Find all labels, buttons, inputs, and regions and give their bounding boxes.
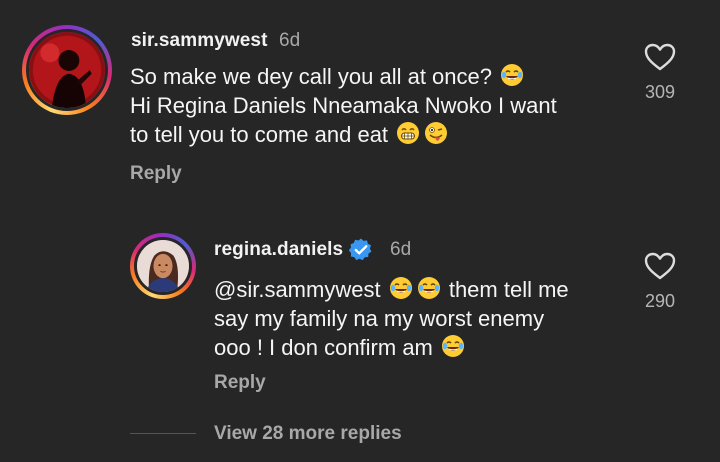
comment-text: So make we dey call you all at once? Hi … bbox=[130, 62, 557, 149]
comment-username[interactable]: sir.sammywest bbox=[131, 30, 268, 52]
reply-username[interactable]: regina.daniels bbox=[214, 239, 343, 261]
comment-line: them tell me bbox=[448, 277, 569, 302]
laughing-tears-emoji bbox=[499, 62, 525, 88]
avatar-sir-sammywest[interactable] bbox=[22, 25, 112, 115]
comment-line: Hi Regina Daniels Nneamaka Nwoko I want bbox=[130, 93, 557, 118]
like-count: 309 bbox=[644, 82, 676, 102]
reply-button[interactable]: Reply bbox=[214, 372, 266, 394]
comment-line: So make we dey call you all at once? bbox=[130, 64, 492, 89]
comment-thread: sir.sammywest 6d So make we dey call you… bbox=[0, 0, 720, 462]
comment-timestamp: 6d bbox=[279, 30, 301, 51]
profile-photo bbox=[29, 32, 105, 108]
comment-line: ooo ! I don confirm am bbox=[214, 335, 433, 360]
grinning-teeth-emoji bbox=[395, 120, 421, 146]
laughing-tears-emoji bbox=[416, 275, 442, 301]
heart-icon[interactable] bbox=[643, 251, 677, 281]
thread-divider bbox=[130, 433, 196, 434]
laughing-tears-emoji bbox=[388, 275, 414, 301]
comment-line: say my family na my worst enemy bbox=[214, 306, 545, 331]
comment-line: to tell you to come and eat bbox=[130, 122, 389, 147]
heart-icon[interactable] bbox=[643, 42, 677, 72]
avatar-regina-daniels[interactable] bbox=[130, 233, 196, 299]
winking-tongue-emoji bbox=[423, 120, 449, 146]
reply-text: @sir.sammywest them tell me say my famil… bbox=[214, 275, 569, 362]
like-count: 290 bbox=[644, 291, 676, 311]
verified-badge-icon bbox=[348, 238, 372, 261]
mention-link[interactable]: @sir.sammywest bbox=[214, 277, 381, 302]
reply-timestamp: 6d bbox=[390, 239, 412, 260]
reply-button[interactable]: Reply bbox=[130, 163, 182, 185]
laughing-tears-emoji bbox=[440, 333, 466, 359]
view-more-replies-link[interactable]: View 28 more replies bbox=[214, 423, 402, 445]
profile-photo bbox=[137, 240, 189, 292]
